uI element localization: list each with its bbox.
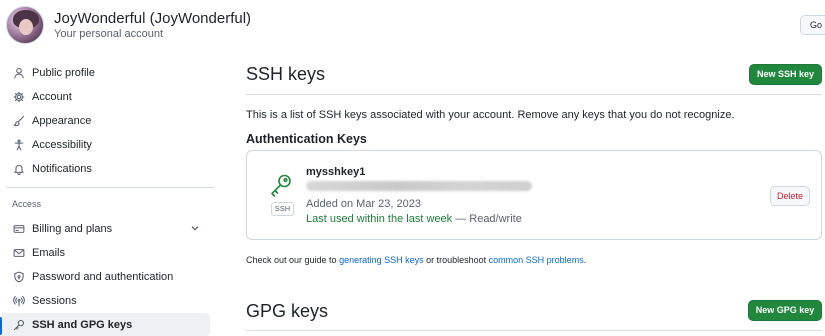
- person-icon: [12, 66, 26, 80]
- ssh-key-last-used: Last used within the last week — Read/wr…: [306, 213, 522, 225]
- sidebar-item-label: Account: [32, 91, 72, 103]
- paintbrush-icon: [12, 114, 26, 128]
- title-divider: [246, 94, 822, 95]
- key-icon: [268, 172, 294, 198]
- bell-icon: [12, 162, 26, 176]
- sidebar-item-label: Sessions: [32, 295, 77, 307]
- ssh-key-added-date: Added on Mar 23, 2023: [306, 198, 421, 210]
- ssh-type-badge: SSH: [271, 202, 294, 216]
- ssh-guide-text: Check out our guide to generating SSH ke…: [246, 255, 586, 265]
- accessibility-icon: [12, 138, 26, 152]
- chevron-down-icon[interactable]: [190, 223, 202, 235]
- gpg-keys-title: GPG keys: [246, 301, 329, 321]
- display-name: JoyWonderful: [54, 10, 146, 27]
- shield-lock-icon: [12, 270, 26, 284]
- sidebar-item-notifications[interactable]: Notifications: [0, 157, 210, 181]
- sidebar-item-label: Notifications: [32, 163, 92, 175]
- sidebar-item-account[interactable]: Account: [0, 85, 210, 109]
- ssh-keys-title: SSH keys: [246, 64, 326, 84]
- gear-icon: [12, 90, 26, 104]
- guide-suffix: .: [583, 255, 587, 265]
- redacted-fingerprint: [306, 181, 532, 191]
- new-ssh-key-button[interactable]: New SSH key: [749, 64, 822, 85]
- sidebar-item-label: Accessibility: [32, 139, 92, 151]
- sidebar-item-emails[interactable]: Emails: [0, 241, 210, 265]
- ssh-keys-intro: This is a list of SSH keys associated wi…: [246, 109, 735, 121]
- access-level-text: — Read/write: [452, 213, 522, 225]
- guide-middle: or troubleshoot: [423, 255, 489, 265]
- sidebar-item-accessibility[interactable]: Accessibility: [0, 133, 210, 157]
- sidebar-item-sessions[interactable]: Sessions: [0, 289, 210, 313]
- sidebar-divider: [6, 187, 214, 188]
- new-gpg-key-button[interactable]: New GPG key: [748, 300, 822, 321]
- broadcast-icon: [12, 294, 26, 308]
- delete-key-button[interactable]: Delete: [770, 186, 810, 206]
- sidebar-item-label: Emails: [32, 247, 66, 259]
- sidebar-item-ssh-gpg-keys[interactable]: SSH and GPG keys: [0, 313, 210, 336]
- sidebar-item-appearance[interactable]: Appearance: [0, 109, 210, 133]
- credit-card-icon: [12, 222, 26, 236]
- generating-ssh-keys-link[interactable]: generating SSH keys: [339, 255, 424, 265]
- account-subtitle: Your personal account: [54, 28, 164, 40]
- common-ssh-problems-link[interactable]: common SSH problems: [489, 255, 584, 265]
- sidebar-item-label: Password and authentication: [32, 271, 174, 283]
- sidebar-item-label: SSH and GPG keys: [32, 319, 133, 331]
- guide-prefix: Check out our guide to: [246, 255, 340, 265]
- go-to-profile-button[interactable]: Go: [800, 15, 825, 35]
- sidebar-item-label: Billing and plans: [32, 223, 113, 235]
- authentication-keys-heading: Authentication Keys: [246, 132, 367, 146]
- ssh-key-card: [246, 150, 822, 240]
- sidebar-item-billing[interactable]: Billing and plans: [0, 217, 210, 241]
- avatar[interactable]: [6, 6, 44, 44]
- gpg-title-divider: [246, 330, 822, 331]
- account-handle: (JoyWonderful): [149, 10, 252, 27]
- last-used-text: Last used within the last week: [306, 213, 453, 225]
- sidebar-item-public-profile[interactable]: Public profile: [0, 61, 210, 85]
- ssh-key-name: mysshkey1: [306, 166, 366, 178]
- sidebar-item-label: Appearance: [32, 115, 92, 127]
- sidebar-item-password-authentication[interactable]: Password and authentication: [0, 265, 210, 289]
- sidebar-item-label: Public profile: [32, 67, 95, 79]
- sidebar-section-access: Access: [12, 199, 42, 209]
- key-icon: [12, 318, 26, 332]
- mail-icon: [12, 246, 26, 260]
- account-name: JoyWonderful (JoyWonderful): [54, 10, 251, 27]
